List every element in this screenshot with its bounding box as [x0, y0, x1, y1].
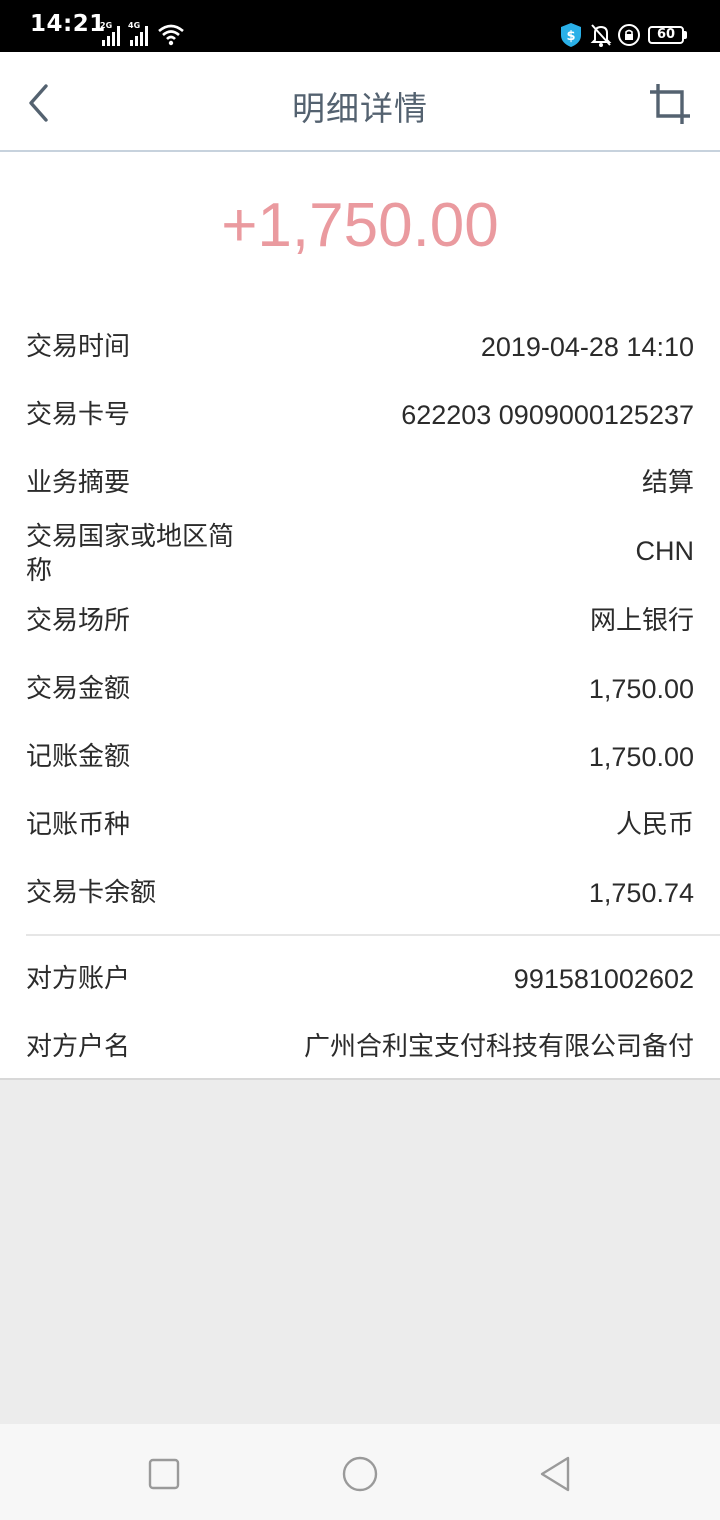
back-icon[interactable] [536, 1454, 576, 1494]
shield-icon: $ [561, 23, 581, 47]
battery-icon: 60 [648, 26, 684, 44]
detail-value: 结算 [641, 468, 694, 498]
detail-row-venue: 交易场所 网上银行 [26, 604, 694, 652]
nav-bar: 明细详情 [0, 52, 720, 152]
page-title: 明细详情 [292, 89, 428, 128]
detail-label: 对方账户 [26, 964, 131, 994]
detail-row-counterparty-account: 对方账户 991581002602 [26, 962, 694, 1010]
status-time: 14:21 [30, 11, 106, 37]
detail-row-summary: 业务摘要 结算 [26, 466, 694, 514]
status-bar: 14:21 2G 4G $ 60 [0, 0, 720, 52]
detail-label: 交易卡号 [26, 400, 131, 430]
detail-value: 1,750.00 [588, 742, 694, 772]
lock-rotation-icon [618, 24, 640, 46]
detail-value: 1,750.74 [588, 878, 694, 908]
battery-level: 60 [656, 27, 676, 42]
detail-label: 对方户名 [26, 1032, 131, 1062]
detail-label: 交易场所 [26, 606, 131, 636]
wifi-icon [158, 24, 184, 46]
detail-label: 交易国家或地区简称 [26, 522, 235, 586]
bell-muted-icon [590, 24, 612, 47]
system-nav-bar [0, 1424, 720, 1520]
detail-label: 交易卡余额 [26, 878, 157, 908]
detail-row-counterparty-name: 对方户名 广州合利宝支付科技有限公司备付 [26, 1030, 694, 1078]
transaction-detail-panel: +1,750.00 交易时间 2019-04-28 14:10 交易卡号 622… [0, 152, 720, 1080]
detail-value: 广州合利宝支付科技有限公司备付 [303, 1032, 694, 1062]
detail-value: 991581002602 [513, 964, 694, 994]
recent-apps-icon[interactable] [144, 1454, 184, 1494]
detail-label: 交易金额 [26, 674, 131, 704]
detail-label: 交易时间 [26, 332, 131, 362]
detail-row-card-number: 交易卡号 622203 0909000125237 [26, 398, 694, 446]
detail-value: CHN [635, 536, 695, 566]
chevron-left-icon[interactable] [22, 80, 62, 126]
detail-row-card-balance: 交易卡余额 1,750.74 [26, 876, 694, 924]
detail-label: 业务摘要 [26, 468, 131, 498]
detail-row-transaction-time: 交易时间 2019-04-28 14:10 [26, 330, 694, 378]
battery-tip [684, 31, 687, 39]
detail-value: 1,750.00 [588, 674, 694, 704]
svg-text:$: $ [566, 29, 575, 44]
detail-value: 网上银行 [589, 606, 694, 636]
detail-row-transaction-amount: 交易金额 1,750.00 [26, 672, 694, 720]
detail-row-posted-amount: 记账金额 1,750.00 [26, 740, 694, 788]
detail-value: 2019-04-28 14:10 [480, 332, 694, 362]
crop-icon[interactable] [648, 82, 692, 126]
detail-label: 记账金额 [26, 742, 131, 772]
detail-value: 622203 0909000125237 [401, 400, 694, 430]
detail-row-country: 交易国家或地区简称 CHN [26, 520, 694, 588]
section-divider [26, 934, 720, 936]
detail-row-currency: 记账币种 人民币 [26, 808, 694, 856]
transaction-amount: +1,750.00 [221, 191, 499, 260]
detail-value: 人民币 [615, 810, 694, 840]
home-icon[interactable] [340, 1454, 380, 1494]
detail-label: 记账币种 [26, 810, 131, 840]
